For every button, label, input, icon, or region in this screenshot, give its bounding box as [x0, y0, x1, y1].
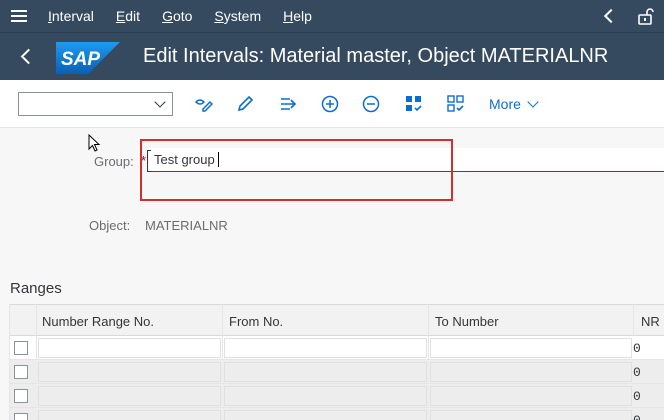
menu-system[interactable]: System	[214, 8, 261, 24]
number-range-cell[interactable]	[38, 338, 221, 358]
to-number-cell[interactable]	[430, 386, 632, 406]
chevron-down-icon	[154, 96, 166, 108]
menu-edit[interactable]: Edit	[116, 8, 140, 24]
to-number-cell[interactable]	[430, 362, 632, 382]
command-field-select[interactable]	[18, 92, 173, 116]
row-select-checkbox[interactable]	[14, 365, 28, 379]
table-row: 0	[10, 408, 664, 420]
nr-status-cell: 0	[633, 413, 641, 420]
pencil-icon[interactable]	[235, 94, 255, 114]
page-title: Edit Intervals: Material master, Object …	[143, 45, 609, 67]
table-row: 0	[10, 336, 664, 360]
from-no-cell[interactable]	[224, 338, 427, 358]
table-row: 0	[10, 360, 664, 384]
unlock-icon[interactable]	[636, 7, 654, 25]
mouse-pointer-icon	[88, 134, 101, 152]
more-button[interactable]: More	[489, 96, 521, 112]
insert-interval-icon[interactable]	[278, 94, 298, 114]
to-number-cell[interactable]	[430, 410, 632, 420]
from-no-cell[interactable]	[224, 386, 427, 406]
object-label: Object:	[89, 218, 131, 233]
to-number-cell[interactable]	[430, 338, 632, 358]
highlight-box	[140, 139, 453, 201]
select-all-icon[interactable]	[404, 94, 424, 114]
row-select-checkbox[interactable]	[14, 341, 28, 355]
table-row: 0	[10, 384, 664, 408]
application-toolbar: More	[0, 80, 664, 128]
column-header-number-range[interactable]: Number Range No.	[42, 314, 154, 329]
collapse-chevron-icon[interactable]	[603, 8, 619, 24]
menu-interval[interactable]: Interval	[48, 8, 94, 24]
column-header-to-number[interactable]: To Number	[435, 314, 499, 329]
row-select-checkbox[interactable]	[14, 413, 28, 420]
column-header-nr[interactable]: NR	[641, 314, 660, 329]
menu-help[interactable]: Help	[283, 8, 312, 24]
group-label: Group:	[94, 154, 134, 169]
column-header-from-no[interactable]: From No.	[229, 314, 283, 329]
nr-status-cell: 0	[633, 365, 641, 380]
number-range-cell[interactable]	[38, 386, 221, 406]
sap-logo: SAP	[56, 42, 120, 74]
table-header: Number Range No. From No. To Number NR	[10, 304, 664, 336]
number-range-cell[interactable]	[38, 362, 221, 382]
menu-goto[interactable]: Goto	[162, 8, 192, 24]
hamburger-menu-icon[interactable]	[0, 0, 36, 32]
title-bar: SAP Edit Intervals: Material master, Obj…	[0, 32, 664, 80]
row-select-checkbox[interactable]	[14, 389, 28, 403]
deselect-all-icon[interactable]	[446, 94, 466, 114]
more-chevron-down-icon[interactable]	[527, 96, 539, 108]
nr-status-cell: 0	[633, 389, 641, 404]
number-range-cell[interactable]	[38, 410, 221, 420]
menu-bar: Interval Edit Goto System Help	[0, 0, 664, 32]
ranges-table: Number Range No. From No. To Number NR 0…	[9, 304, 664, 420]
add-circle-icon[interactable]	[320, 94, 340, 114]
from-no-cell[interactable]	[224, 362, 427, 382]
display-change-icon[interactable]	[193, 94, 213, 114]
ranges-title: Ranges	[10, 280, 62, 297]
svg-text:SAP: SAP	[61, 49, 100, 70]
nr-status-cell: 0	[633, 341, 641, 356]
remove-circle-icon[interactable]	[361, 94, 381, 114]
object-value: MATERIALNR	[145, 218, 228, 233]
from-no-cell[interactable]	[224, 410, 427, 420]
back-arrow-icon[interactable]	[0, 33, 37, 81]
